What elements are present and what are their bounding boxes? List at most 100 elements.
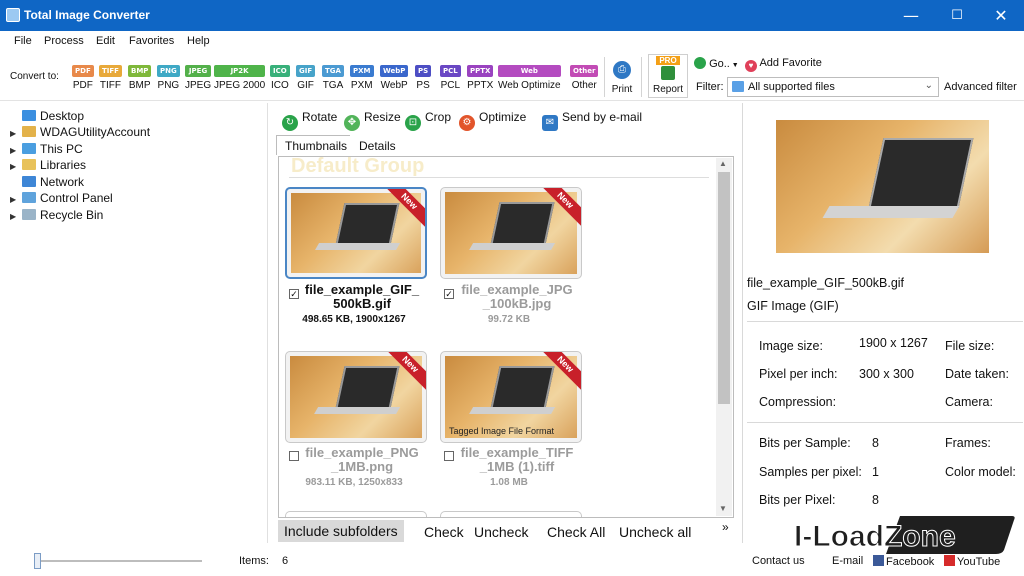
- computer-icon: [22, 143, 36, 154]
- tree-item-control-panel[interactable]: ▶ Control Panel: [10, 191, 113, 205]
- format-button-ico[interactable]: ICO ICO: [270, 65, 290, 91]
- add-favorite-button[interactable]: ♥ Add Favorite: [745, 57, 822, 72]
- format-icon: JP2K: [214, 65, 266, 77]
- format-icon: WebP: [380, 65, 409, 77]
- thumbnail-card-partial[interactable]: [440, 511, 582, 517]
- tree-item-this-pc[interactable]: ▶ This PC: [10, 142, 83, 156]
- include-subfolders-toggle[interactable]: Include subfolders: [278, 520, 404, 542]
- format-button-pptx[interactable]: PPTX PPTX: [467, 65, 494, 91]
- menu-edit[interactable]: Edit: [96, 35, 115, 47]
- menu-favorites[interactable]: Favorites: [129, 35, 174, 47]
- convert-to-label: Convert to:: [10, 71, 59, 82]
- thumbnail-card[interactable]: New: [440, 187, 582, 279]
- crop-button[interactable]: ⊡ Crop: [405, 110, 451, 131]
- uncheck-button[interactable]: Uncheck: [474, 524, 528, 540]
- format-label: PCL: [440, 80, 461, 91]
- selection-bar: Include subfolders Check Uncheck Check A…: [278, 520, 738, 544]
- format-button-bmp[interactable]: BMP BMP: [128, 65, 152, 91]
- toolbar-separator: [604, 57, 605, 97]
- items-count: 6: [282, 555, 289, 567]
- format-button-webp[interactable]: WebP WebP: [380, 65, 409, 91]
- format-button-jpeg[interactable]: JPEG JPEG: [185, 65, 212, 91]
- format-button-pcl[interactable]: PCL PCL: [440, 65, 461, 91]
- format-label: TGA: [322, 80, 344, 91]
- thumbnail-card-partial[interactable]: [285, 511, 427, 517]
- rotate-button[interactable]: ↻ Rotate: [282, 110, 337, 131]
- tree-item-network[interactable]: Network: [10, 175, 84, 189]
- print-button[interactable]: ⎙ Print: [610, 61, 634, 95]
- go-button[interactable]: Go.. ▼: [694, 57, 739, 70]
- mail-icon: ✉: [542, 115, 558, 131]
- preview-filetype: GIF Image (GIF): [747, 299, 839, 313]
- format-button-tiff[interactable]: TIFF TIFF: [99, 65, 122, 91]
- format-label: TIFF: [99, 80, 122, 91]
- filter-select[interactable]: All supported files ⌄: [727, 77, 939, 97]
- tab-thumbnails[interactable]: Thumbnails: [276, 135, 357, 155]
- thumbnail-card[interactable]: New: [285, 187, 427, 279]
- expand-arrow-icon[interactable]: ▶: [10, 146, 20, 155]
- report-button[interactable]: PRO Report: [648, 54, 688, 98]
- format-button-gif[interactable]: GIF GIF: [296, 65, 316, 91]
- minimize-button[interactable]: —: [888, 0, 934, 31]
- zoom-slider-track[interactable]: [34, 560, 202, 562]
- more-chevron-icon[interactable]: »: [722, 520, 729, 534]
- thumbnail-card[interactable]: New: [285, 351, 427, 443]
- email-link[interactable]: E-mail: [832, 555, 863, 567]
- grid-scrollbar[interactable]: ▲ ▼: [716, 158, 732, 516]
- format-button-other[interactable]: Other Other: [570, 65, 599, 91]
- facebook-link[interactable]: Facebook: [873, 555, 934, 568]
- scroll-up-icon[interactable]: ▲: [719, 159, 727, 168]
- thumbnail-card[interactable]: New Tagged Image File Format: [440, 351, 582, 443]
- format-button-web-optimize[interactable]: Web Web Optimize: [498, 65, 561, 91]
- menu-file[interactable]: File: [14, 35, 32, 47]
- control-panel-icon: [22, 192, 36, 203]
- youtube-label: YouTube: [957, 556, 1001, 568]
- window-title: Total Image Converter: [24, 8, 150, 22]
- tree-item-libraries[interactable]: ▶ Libraries: [10, 158, 86, 172]
- scrollbar-thumb[interactable]: [718, 172, 730, 404]
- pane-splitter[interactable]: [267, 103, 268, 543]
- contact-us-link[interactable]: Contact us: [752, 555, 805, 567]
- format-icon: GIF: [296, 65, 316, 77]
- format-icon: Web: [498, 65, 561, 77]
- check-button[interactable]: Check: [424, 524, 464, 540]
- expand-arrow-icon[interactable]: ▶: [10, 195, 20, 204]
- preview-pane: file_example_GIF_500kB.gif GIF Image (GI…: [742, 103, 1024, 543]
- check-all-button[interactable]: Check All: [547, 524, 605, 540]
- tree-item-desktop[interactable]: Desktop: [10, 109, 84, 123]
- pro-badge: PRO: [656, 56, 680, 65]
- expand-arrow-icon[interactable]: ▶: [10, 129, 20, 138]
- expand-arrow-icon[interactable]: ▶: [10, 212, 20, 221]
- close-button[interactable]: ✕: [978, 0, 1024, 31]
- ppi-value: 300 x 300: [859, 367, 914, 381]
- format-button-tga[interactable]: TGA TGA: [322, 65, 344, 91]
- tree-label: Libraries: [40, 158, 87, 172]
- youtube-link[interactable]: YouTube: [944, 555, 1000, 568]
- send-email-button[interactable]: ✉ Send by e-mail: [542, 110, 642, 131]
- zoom-slider-thumb[interactable]: [34, 553, 41, 569]
- uncheck-all-button[interactable]: Uncheck all: [619, 524, 691, 540]
- tab-details[interactable]: Details: [350, 135, 405, 155]
- frames-label: Frames:: [945, 436, 991, 450]
- thumbnail-filename: file_example_JPG: [461, 282, 573, 297]
- youtube-icon: [944, 555, 955, 566]
- format-button-pxm[interactable]: PXM PXM: [350, 65, 374, 91]
- image-size-label: Image size:: [759, 339, 823, 353]
- menu-help[interactable]: Help: [187, 35, 210, 47]
- format-icon: ICO: [270, 65, 290, 77]
- thumbnail-filename-line2: _1MB (1).tiff: [479, 459, 555, 474]
- format-button-jpeg-2000[interactable]: JP2K JPEG 2000: [214, 65, 266, 91]
- format-button-pdf[interactable]: PDF PDF: [72, 65, 94, 91]
- format-button-ps[interactable]: PS PS: [415, 65, 432, 91]
- optimize-button[interactable]: ⚙ Optimize: [459, 110, 526, 131]
- preview-filename: file_example_GIF_500kB.gif: [747, 276, 905, 290]
- advanced-filter-link[interactable]: Advanced filter: [944, 81, 1017, 93]
- tree-item-recycle-bin[interactable]: ▶ Recycle Bin: [10, 208, 103, 222]
- format-button-png[interactable]: PNG PNG: [157, 65, 180, 91]
- tree-item-wdagutilityaccount[interactable]: ▶ WDAGUtilityAccount: [10, 125, 150, 139]
- maximize-button[interactable]: ☐: [934, 0, 980, 31]
- resize-button[interactable]: ✥ Resize: [344, 110, 401, 131]
- menu-process[interactable]: Process: [44, 35, 84, 47]
- scroll-down-icon[interactable]: ▼: [719, 504, 727, 513]
- expand-arrow-icon[interactable]: ▶: [10, 162, 20, 171]
